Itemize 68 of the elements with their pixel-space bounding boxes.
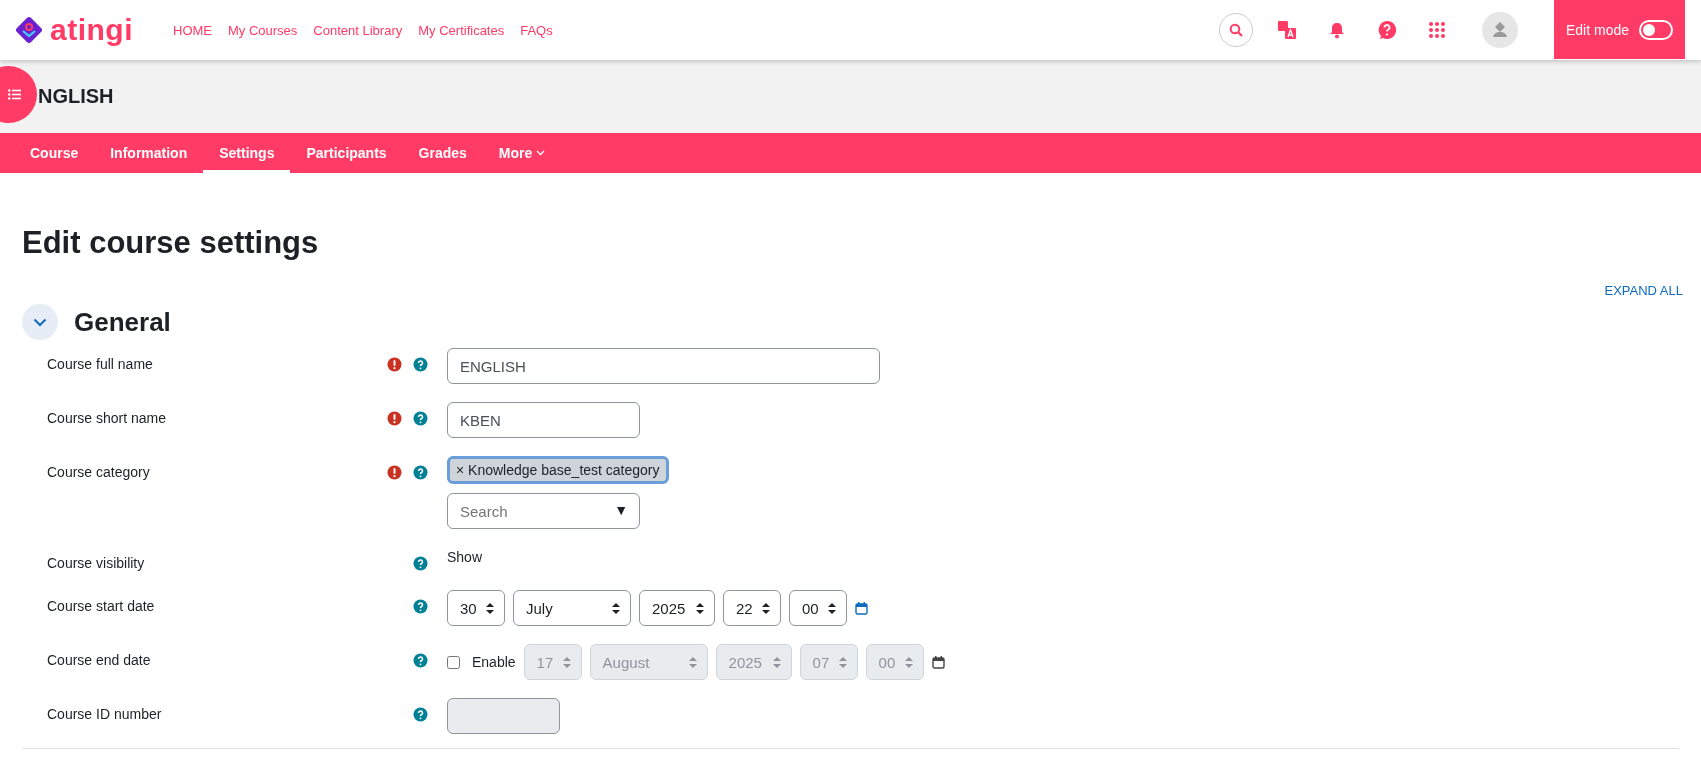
expand-all-link[interactable]: EXPAND ALL <box>1604 283 1683 298</box>
calendar-icon[interactable] <box>855 601 868 615</box>
field-value: Show <box>447 548 484 565</box>
sort-arrows-icon <box>904 656 913 668</box>
sort-arrows-icon <box>486 602 494 614</box>
field-label: Course visibility <box>47 554 146 571</box>
sort-arrows-icon <box>762 602 770 614</box>
section-heading: General <box>74 306 171 338</box>
field-label: Course category <box>47 463 151 480</box>
sort-arrows-icon <box>772 656 781 668</box>
logo-text[interactable]: atingi <box>50 13 133 47</box>
nav-link[interactable]: My Courses <box>228 22 298 38</box>
edit-mode-label: Edit mode <box>1565 21 1629 38</box>
nav-tab[interactable]: Grades <box>402 133 483 173</box>
help-icon[interactable] <box>413 653 428 668</box>
search-icon <box>1228 23 1243 37</box>
field-label: Course ID number <box>47 705 163 722</box>
date-select[interactable]: 2025 <box>715 644 792 680</box>
help-icon[interactable] <box>413 465 428 480</box>
chevron-down-icon <box>33 317 47 327</box>
help-icon[interactable] <box>413 357 428 372</box>
nav-link[interactable]: FAQs <box>520 22 553 38</box>
nav-tab[interactable]: More <box>482 133 562 173</box>
sort-arrows-icon <box>562 656 571 668</box>
date-select[interactable]: 22 <box>723 590 781 626</box>
date-select[interactable]: 30 <box>447 590 505 626</box>
date-select[interactable]: 00 <box>865 644 924 680</box>
text-input-field[interactable]: ENGLISH <box>447 348 880 384</box>
calendar-icon[interactable] <box>931 655 945 669</box>
nav-tab[interactable]: Settings <box>203 133 291 173</box>
text-input-field[interactable]: KBEN <box>447 402 640 438</box>
nav-tab[interactable]: Information <box>94 133 204 173</box>
nav-tab[interactable]: Participants <box>290 133 403 173</box>
nav-link[interactable]: My Certificates <box>418 22 505 38</box>
category-tag[interactable]: × Knowledge base_test category <box>447 456 669 484</box>
chevron-down-icon <box>536 150 546 156</box>
sort-arrows-icon <box>612 602 620 614</box>
help-icon[interactable] <box>413 411 428 426</box>
sort-arrows-icon <box>838 656 847 668</box>
list-icon <box>8 89 21 100</box>
field-label: Course full name <box>47 355 154 372</box>
help-icon[interactable] <box>413 599 428 614</box>
edit-mode-toggle[interactable] <box>1639 19 1673 40</box>
field-label: Course end date <box>47 651 152 668</box>
enable-checkbox[interactable] <box>447 655 460 669</box>
date-select[interactable]: 07 <box>799 644 858 680</box>
help-icon[interactable] <box>413 707 428 722</box>
collapse-chevron-button[interactable] <box>22 304 58 340</box>
sort-arrows-icon <box>696 602 704 614</box>
date-select[interactable]: July <box>513 590 631 626</box>
date-select[interactable]: 2025 <box>639 590 715 626</box>
nav-tab[interactable]: Course <box>14 133 95 173</box>
course-title: NGLISH <box>38 85 114 108</box>
nav-link[interactable]: Content Library <box>313 22 403 38</box>
checkbox-label: Enable <box>472 654 516 670</box>
field-label: Course short name <box>47 409 168 426</box>
nav-link[interactable]: HOME <box>173 22 212 38</box>
field-label: Course start date <box>47 597 156 614</box>
sort-arrows-icon <box>828 602 836 614</box>
dropdown-caret[interactable]: ▼ <box>614 502 628 518</box>
date-select[interactable]: August <box>589 644 708 680</box>
user-avatar[interactable] <box>1481 12 1518 48</box>
date-select[interactable]: 17 <box>523 644 582 680</box>
sort-arrows-icon <box>688 656 697 668</box>
help-icon[interactable] <box>413 556 428 571</box>
date-select[interactable]: 00 <box>789 590 847 626</box>
page-heading: Edit course settings <box>22 225 320 261</box>
text-input-field[interactable] <box>447 698 560 734</box>
